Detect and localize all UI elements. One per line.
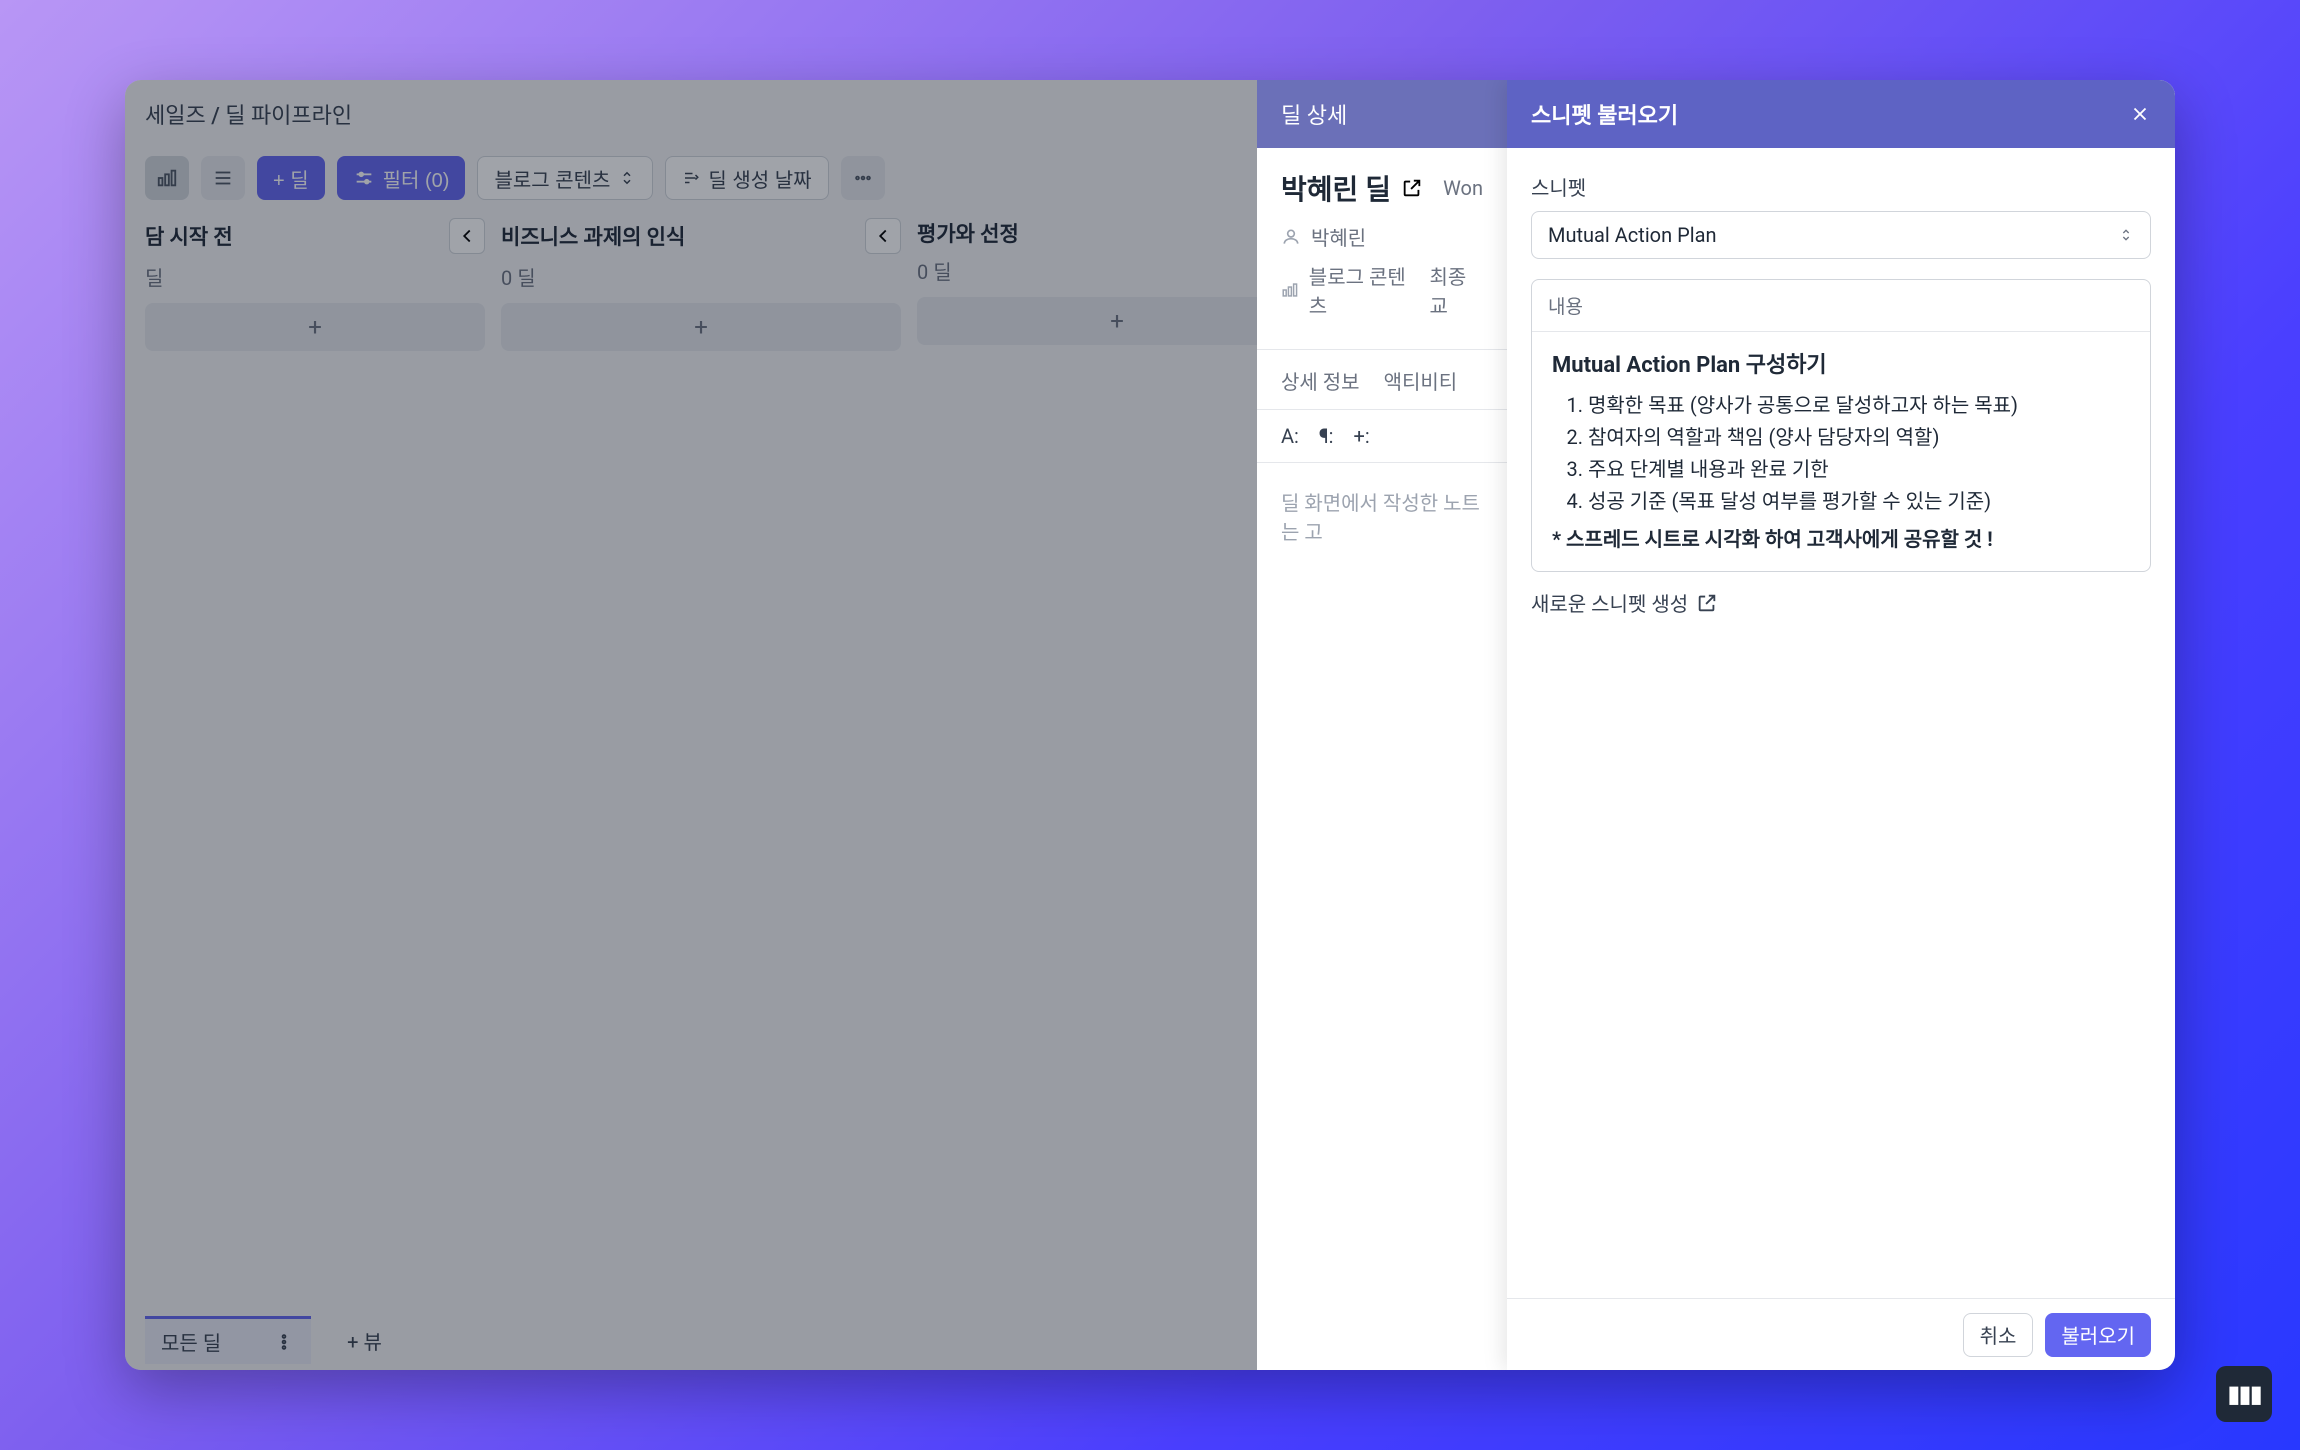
chart-icon bbox=[1281, 280, 1299, 300]
logo-icon: ▮▮▮ bbox=[2227, 1380, 2261, 1408]
editor-toolbar: A: ¶: +: bbox=[1257, 410, 1507, 463]
editor-insert[interactable]: +: bbox=[1354, 424, 1370, 448]
tab-detail[interactable]: 상세 정보 bbox=[1281, 366, 1360, 409]
new-snippet-label: 새로운 스니펫 생성 bbox=[1531, 588, 1688, 617]
tab-activity[interactable]: 액티비티 bbox=[1384, 366, 1458, 409]
content-list: 명확한 목표 (양사가 공통으로 달성하고자 하는 목표) 참여자의 역할과 책… bbox=[1552, 389, 2130, 517]
content-body: Mutual Action Plan 구성하기 명확한 목표 (양사가 공통으로… bbox=[1532, 332, 2150, 571]
deal-person: 박혜린 bbox=[1311, 222, 1366, 251]
snippet-field-label: 스니펫 bbox=[1531, 172, 2151, 201]
snippet-select[interactable]: Mutual Action Plan bbox=[1531, 211, 2151, 259]
snippet-header: 스니펫 불러오기 bbox=[1507, 80, 2175, 148]
external-link-icon[interactable] bbox=[1401, 177, 1423, 199]
chevron-updown-icon bbox=[2118, 227, 2134, 243]
snippet-body: 스니펫 Mutual Action Plan 내용 Mutual Action … bbox=[1507, 148, 2175, 1298]
deal-status: Won bbox=[1443, 176, 1483, 200]
user-icon bbox=[1281, 227, 1301, 247]
deal-tabs: 상세 정보 액티비티 bbox=[1257, 350, 1507, 410]
editor-text-style[interactable]: A: bbox=[1281, 424, 1299, 448]
editor-paragraph[interactable]: ¶: bbox=[1319, 424, 1334, 448]
deal-panel-header: 딜 상세 bbox=[1257, 80, 1507, 148]
deal-detail-panel: 딜 상세 박혜린 딜 Won 박혜린 블로그 콘텐츠 최종 교 상세 정보 액티… bbox=[1257, 80, 1507, 1370]
note-hint: 딜 화면에서 작성한 노트는 고 bbox=[1257, 463, 1507, 1370]
content-item: 성공 기준 (목표 달성 여부를 평가할 수 있는 기준) bbox=[1588, 485, 2130, 517]
snippet-panel: 스니펫 불러오기 스니펫 Mutual Action Plan 내용 Mutua… bbox=[1507, 80, 2175, 1370]
snippet-content-box: 내용 Mutual Action Plan 구성하기 명확한 목표 (양사가 공… bbox=[1531, 279, 2151, 572]
external-link-icon bbox=[1696, 592, 1718, 614]
cancel-button[interactable]: 취소 bbox=[1963, 1313, 2034, 1357]
brand-logo[interactable]: ▮▮▮ bbox=[2216, 1366, 2272, 1422]
deal-category: 블로그 콘텐츠 bbox=[1309, 261, 1412, 319]
content-item: 참여자의 역할과 책임 (양사 담당자의 역할) bbox=[1588, 421, 2130, 453]
content-label: 내용 bbox=[1532, 280, 2150, 332]
confirm-button[interactable]: 불러오기 bbox=[2045, 1313, 2151, 1357]
snippet-select-value: Mutual Action Plan bbox=[1548, 223, 1717, 247]
new-snippet-link[interactable]: 새로운 스니펫 생성 bbox=[1531, 588, 1718, 617]
content-item: 명확한 목표 (양사가 공통으로 달성하고자 하는 목표) bbox=[1588, 389, 2130, 421]
close-icon[interactable] bbox=[2129, 103, 2151, 125]
content-title: Mutual Action Plan 구성하기 bbox=[1552, 348, 2130, 383]
content-item: 주요 단계별 내용과 완료 기한 bbox=[1588, 453, 2130, 485]
app-window: 세일즈 / 딜 파이프라인 + 딜 필터 (0) 블로그 콘텐츠 bbox=[125, 80, 2175, 1370]
deal-final: 최종 교 bbox=[1429, 261, 1483, 319]
snippet-footer: 취소 불러오기 bbox=[1507, 1298, 2175, 1370]
content-note: * 스프레드 시트로 시각화 하여 고객사에게 공유할 것 ! bbox=[1552, 523, 2130, 555]
deal-title: 박혜린 딜 bbox=[1281, 168, 1391, 208]
snippet-header-title: 스니펫 불러오기 bbox=[1531, 98, 1678, 130]
